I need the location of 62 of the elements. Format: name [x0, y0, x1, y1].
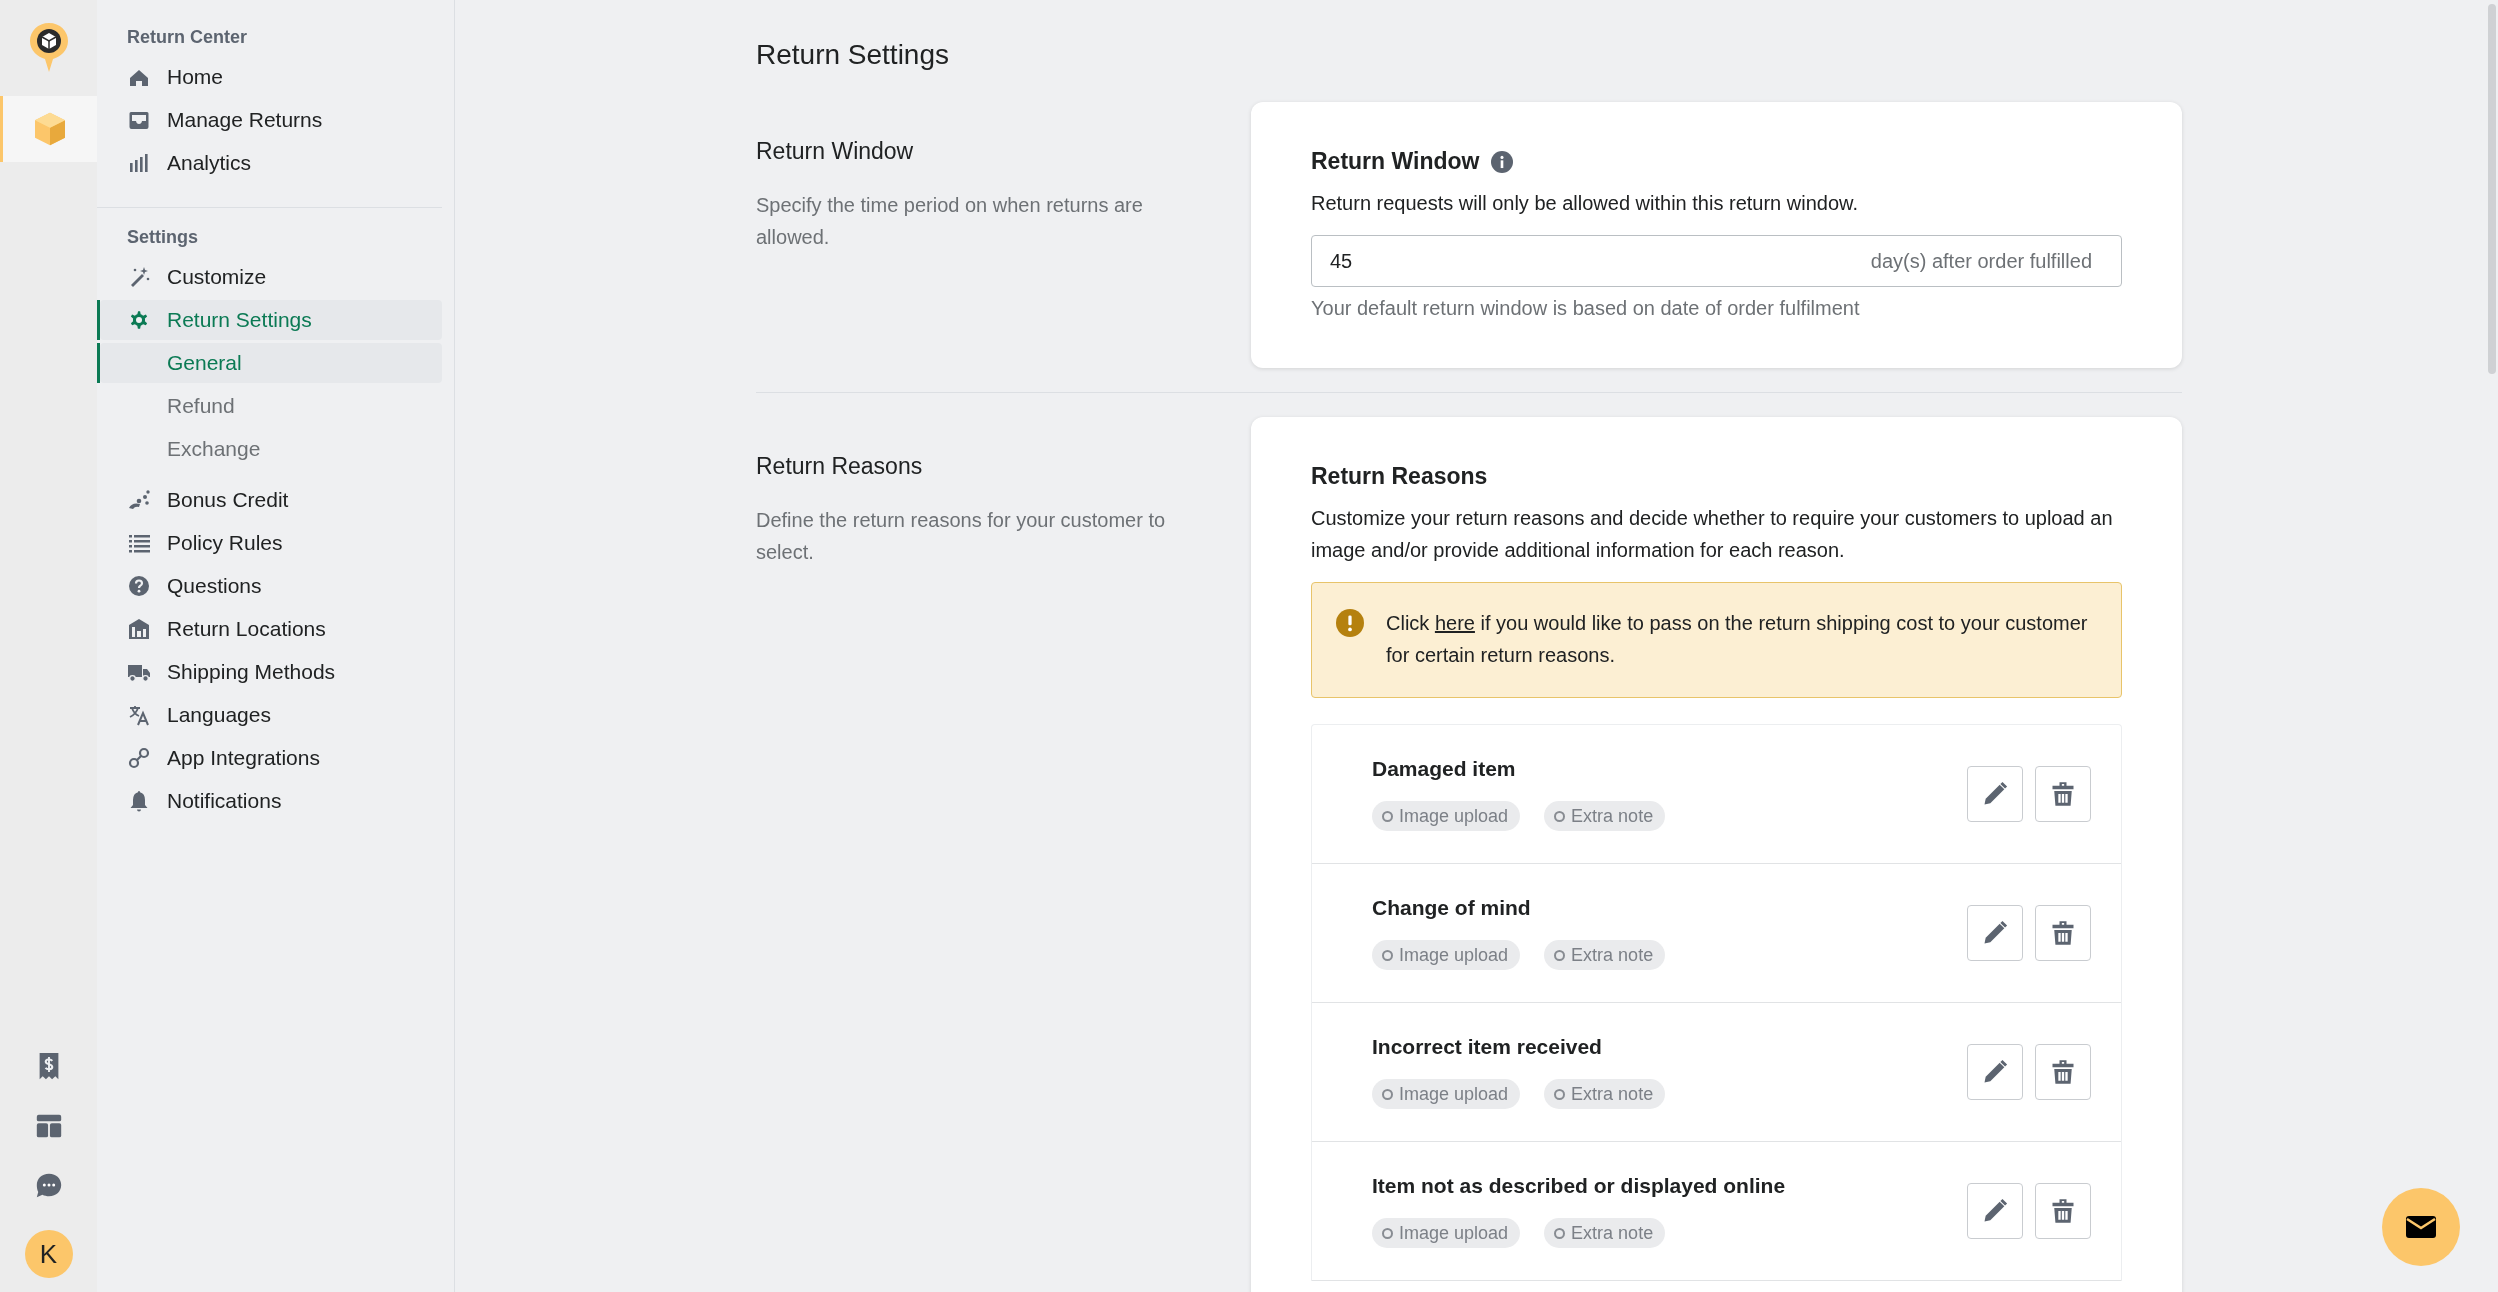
section-title: Return Reasons [756, 453, 924, 480]
edit-button[interactable] [1967, 905, 2023, 961]
card-description: Customize your return reasons and decide whether to require your customers to upload an image and/or provide additional information for each reason. [1311, 506, 2114, 563]
sidebar-item[interactable]: Home [100, 57, 442, 97]
warning-icon [1336, 609, 1364, 637]
section-description: Specify the time period on when returns are allowed. [756, 193, 1144, 250]
requirement-tag: Image upload [1372, 940, 1521, 970]
sidebar-item[interactable]: Policy Rules [100, 523, 442, 563]
scrollbar[interactable] [2488, 4, 2496, 374]
sidebar-item[interactable]: App Integrations [100, 738, 442, 778]
delete-button[interactable] [2035, 905, 2091, 961]
warning-text: Click here if you would like to pass on the return shipping cost to your customer for certain return reasons. [1386, 611, 2089, 668]
sidebar-item[interactable]: Return Settings [100, 300, 442, 340]
edit-button[interactable] [1967, 1183, 2023, 1239]
reason-name: Change of mind [1372, 896, 1532, 920]
sidebar-item[interactable]: Return Locations [100, 609, 442, 649]
page-title: Return Settings [756, 38, 950, 72]
sidebar-item[interactable]: Questions [100, 566, 442, 606]
sidebar-item[interactable]: Manage Returns [100, 100, 442, 140]
info-icon[interactable] [1491, 150, 1514, 173]
translate-icon [127, 703, 151, 727]
link-icon [127, 746, 151, 770]
section-heading: Return Center [126, 26, 248, 49]
requirement-tag: Extra note [1544, 1218, 1666, 1248]
here-link[interactable]: here [1434, 612, 1475, 634]
delete-button[interactable] [2035, 766, 2091, 822]
reason-name: Damaged item [1372, 757, 1517, 781]
card-title: Return Window [1311, 148, 1480, 175]
reason-name: Incorrect item received [1372, 1035, 1603, 1059]
requirement-tag: Extra note [1544, 940, 1666, 970]
bar-chart-icon [127, 151, 151, 175]
input-suffix: day(s) after order fulfilled [1870, 249, 2092, 273]
sidebar-item[interactable]: Customize [100, 257, 442, 297]
reason-name: Item not as described or displayed online [1372, 1174, 1786, 1198]
coins-icon [127, 488, 151, 512]
requirement-tag: Extra note [1544, 801, 1666, 831]
sidebar-subitem[interactable]: Refund [100, 386, 442, 426]
warehouse-icon [127, 617, 151, 641]
question-icon [127, 574, 151, 598]
card-title: Return Reasons [1311, 463, 1488, 490]
sidebar-item[interactable]: Shipping Methods [100, 652, 442, 692]
requirement-tag: Image upload [1372, 801, 1521, 831]
section-heading: Settings [126, 226, 199, 249]
sidebar-item[interactable]: Languages [100, 695, 442, 735]
avatar[interactable]: K [24, 1230, 73, 1278]
help-text: Your default return window is based on date of order fulfilment [1311, 297, 1861, 320]
requirement-tag: Extra note [1544, 1079, 1666, 1109]
sidebar-subitem[interactable]: General [100, 343, 442, 383]
delete-button[interactable] [2035, 1044, 2091, 1100]
section-description: Define the return reasons for your customer to select. [756, 508, 1167, 565]
requirement-tag: Image upload [1372, 1218, 1521, 1248]
edit-button[interactable] [1967, 1044, 2023, 1100]
sidebar-item[interactable]: Bonus Credit [100, 480, 442, 520]
sidebar-subitem[interactable]: Exchange [100, 429, 442, 469]
requirement-tag: Image upload [1372, 1079, 1521, 1109]
sidebar-item[interactable]: Notifications [100, 781, 442, 821]
delete-button[interactable] [2035, 1183, 2091, 1239]
card-description: Return requests will only be allowed within this return window. [1311, 191, 1859, 216]
envelope-icon [2406, 1216, 2436, 1238]
sidebar-item[interactable]: Analytics [100, 143, 442, 183]
section-title: Return Window [756, 138, 915, 165]
edit-button[interactable] [1967, 766, 2023, 822]
